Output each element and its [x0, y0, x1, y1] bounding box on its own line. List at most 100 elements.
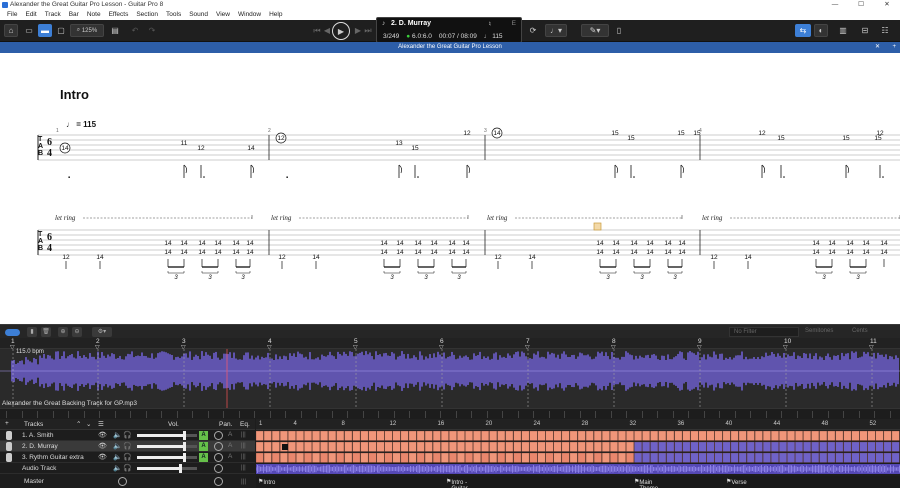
close-document-icon[interactable]: ✕ [875, 42, 880, 53]
grid-bar-number[interactable]: 16 [438, 421, 445, 427]
track-clip-cell[interactable] [618, 452, 626, 463]
metronome-button[interactable]: ♩▾ [545, 24, 567, 37]
track-clip-cell[interactable] [328, 430, 337, 441]
volume-knob[interactable] [182, 453, 186, 462]
visibility-icon[interactable]: 👁 [98, 453, 107, 461]
tab-note[interactable]: 11 [181, 140, 188, 147]
tab-note[interactable]: 15 [874, 135, 882, 142]
track-clip-cell[interactable] [601, 441, 610, 452]
track-clip-cell[interactable] [738, 441, 747, 452]
track-clip-cell[interactable] [682, 430, 691, 441]
track-clip-cell[interactable] [553, 430, 562, 441]
track-clip-cell[interactable] [642, 441, 650, 452]
tab-note[interactable]: 1414 [630, 240, 638, 267]
track-clip-cell[interactable] [714, 441, 723, 452]
volume-slider[interactable] [137, 467, 197, 470]
page-view-button[interactable]: ▭ [22, 24, 36, 37]
track-clip-cell[interactable] [537, 452, 546, 463]
list-icon[interactable]: ☰ [98, 420, 104, 428]
pan-knob[interactable] [214, 442, 223, 451]
new-tab-icon[interactable]: + [892, 42, 896, 53]
marker-intro[interactable]: ⚑ Intro [258, 478, 275, 486]
tab-note[interactable]: 14 [744, 254, 752, 261]
track-clip-cell[interactable] [561, 430, 570, 441]
minimize-icon[interactable]: — [822, 0, 848, 10]
zoom-in-icon[interactable]: ⊕ [58, 327, 68, 337]
tab-note[interactable]: 1414 [214, 240, 222, 267]
grid-bar-number[interactable]: 24 [534, 421, 541, 427]
track-clip-cell[interactable] [714, 452, 723, 463]
tab-note[interactable]: 1414 [380, 240, 388, 267]
tab-note[interactable]: 1414 [462, 240, 470, 267]
track-clip-cell[interactable] [416, 452, 425, 463]
tab-note[interactable]: 13 [395, 140, 403, 147]
track-clip-cell[interactable] [698, 441, 707, 452]
track-clip-cell[interactable] [296, 430, 304, 441]
track-clip-cell[interactable] [811, 430, 820, 441]
track-clip-cell[interactable] [384, 452, 393, 463]
track-clip-cell[interactable] [618, 430, 626, 441]
track-clip-cell[interactable] [489, 430, 498, 441]
track-clip-cell[interactable] [457, 452, 465, 463]
volume-knob[interactable] [182, 431, 186, 440]
track-clip-cell[interactable] [779, 441, 787, 452]
track-clip-cell[interactable] [279, 430, 288, 441]
track-clip-cell[interactable] [304, 430, 312, 441]
track-clip-cell[interactable] [336, 441, 345, 452]
track-clip-cell[interactable] [376, 452, 385, 463]
track-clip-cell[interactable] [795, 430, 803, 441]
panel-toggle[interactable] [5, 329, 20, 336]
screen-view-button[interactable]: ▢ [54, 24, 68, 37]
track-clip-cell[interactable] [746, 441, 755, 452]
track-clip-cell[interactable] [875, 441, 884, 452]
track-clip-cell[interactable] [384, 430, 393, 441]
track-clip-cell[interactable] [432, 452, 441, 463]
track-row[interactable]: 2. D. Murray 👁 🔈 🎧 A A ||| [0, 441, 255, 452]
track-clip-cell[interactable] [465, 452, 473, 463]
volume-slider[interactable] [137, 456, 197, 459]
tab-note[interactable]: 12 [197, 145, 205, 152]
track-clip-cell[interactable] [650, 441, 659, 452]
mute-icon[interactable]: 🔈 [113, 431, 122, 439]
track-clip-cell[interactable] [513, 430, 522, 441]
track-clip-cell[interactable] [360, 441, 369, 452]
track-clip-cell[interactable] [424, 452, 433, 463]
track-clip-cell[interactable] [263, 452, 272, 463]
horizontal-view-button[interactable]: ▬ [38, 24, 52, 37]
track-clip-cell[interactable] [368, 441, 377, 452]
track-clip-cell[interactable] [400, 452, 409, 463]
track-clip-cell[interactable] [730, 430, 739, 441]
track-clip-cell[interactable] [408, 430, 417, 441]
track-clip-cell[interactable] [473, 441, 481, 452]
track-clip-cell[interactable] [658, 452, 667, 463]
eq-icon[interactable]: ||| [241, 432, 246, 438]
swap-view-button[interactable]: ⇆ [795, 24, 811, 37]
menu-note[interactable]: Note [83, 10, 105, 20]
track-clip-cell[interactable] [288, 452, 296, 463]
cursor-marker[interactable] [593, 222, 602, 231]
track-clip-cell[interactable] [803, 441, 812, 452]
expand-icon[interactable]: ⌃ [76, 420, 81, 428]
tab-note[interactable]: 1414 [430, 240, 438, 267]
track-clip-cell[interactable] [449, 452, 457, 463]
track-clip-cell[interactable] [803, 452, 812, 463]
menu-effects[interactable]: Effects [105, 10, 133, 20]
track-clip-cell[interactable] [666, 430, 675, 441]
tab-note[interactable]: 12 [758, 130, 766, 137]
track-clip-cell[interactable] [336, 430, 345, 441]
timeline-ruler[interactable]: 1 ▽ 2 ▽ 3 ▽ 4 ▽ 5 ▽ 6 ▽ 7 ▽ 8 ▽ 9 ▽ 10 ▽ 11 ▽ [0, 338, 900, 351]
track-clip-cell[interactable] [593, 452, 602, 463]
track-clip-cell[interactable] [771, 441, 779, 452]
track-row[interactable]: 3. Rythm Guitar extra 👁 🔈 🎧 A A ||| [0, 452, 255, 463]
tab-note[interactable]: 1414 [246, 240, 254, 267]
track-clip-cell[interactable] [859, 452, 868, 463]
grid-bar-number[interactable]: 32 [630, 421, 637, 427]
track-clip-cell[interactable] [320, 430, 329, 441]
track-clip-cell[interactable] [634, 430, 642, 441]
track-clip-cell[interactable] [722, 452, 731, 463]
track-clip-cell[interactable] [263, 430, 272, 441]
track-clip-cell[interactable] [891, 430, 900, 441]
track-clip-cell[interactable] [787, 452, 795, 463]
track-clip-cell[interactable] [730, 441, 739, 452]
next-bar-icon[interactable]: ▶ [353, 24, 363, 37]
